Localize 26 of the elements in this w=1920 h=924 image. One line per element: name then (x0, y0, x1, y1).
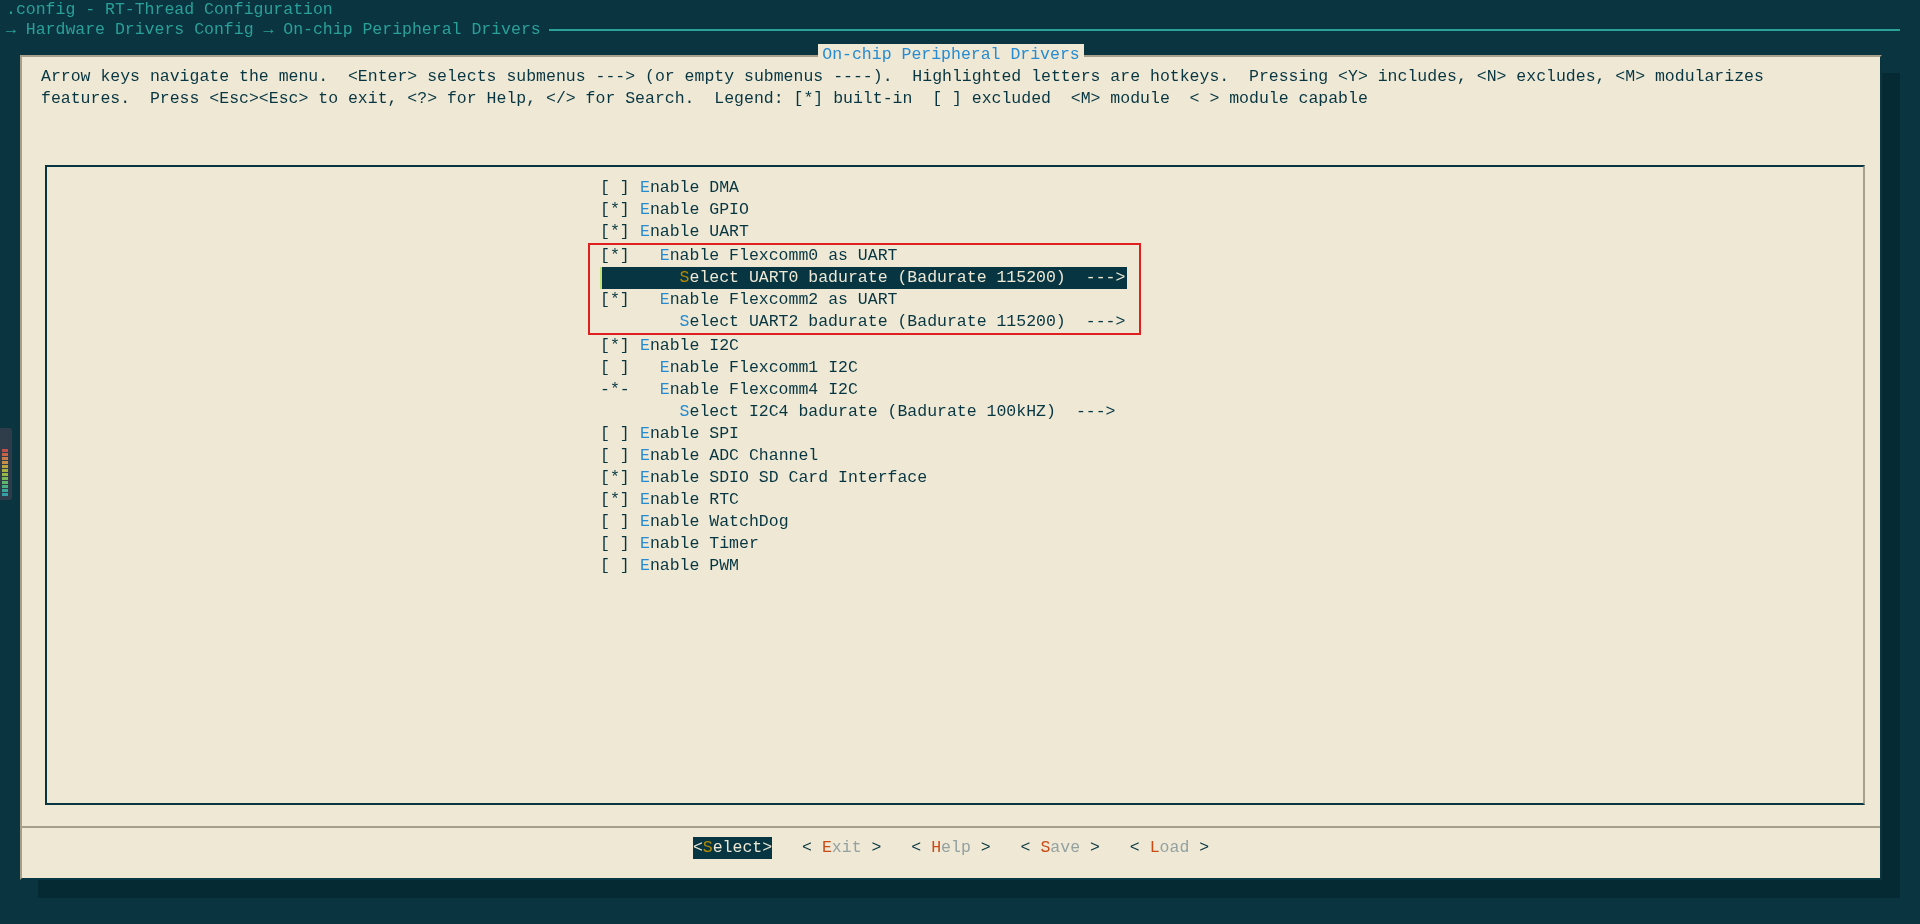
dialog-button[interactable]: < Save > (1020, 837, 1100, 859)
help-text: Arrow keys navigate the menu. <Enter> selects submenus ---> (or empty submenus ----). Highlighted letters are hotkeys. Pressing <Y> includes, <N> excludes, <M> modularizes (41, 66, 1764, 88)
menu-item[interactable]: [ ] Enable ADC Channel (600, 445, 819, 467)
menu-item[interactable]: Select UART0 badurate (Badurate 115200) ---> (600, 267, 1128, 289)
breadcrumb: → Hardware Drivers Config → On-chip Peripheral Drivers (6, 20, 541, 40)
menu-item[interactable]: [ ] Enable PWM (600, 555, 740, 577)
menu-item[interactable]: [*] Enable RTC (600, 489, 740, 511)
menu-item[interactable]: [ ] Enable Flexcomm1 I2C (600, 357, 858, 379)
menu-item[interactable]: [ ] Enable DMA (600, 177, 740, 199)
menu-item[interactable]: [*] Enable Flexcomm2 as UART (600, 289, 898, 311)
help-text: features. Press <Esc><Esc> to exit, <?> for Help, </> for Search. Legend: [*] built-in [ ] excluded <M> module < > module capable (41, 88, 1368, 110)
menu-item[interactable]: [*] Enable UART (600, 221, 749, 243)
menu-item[interactable]: [*] Enable SDIO SD Card Interface (600, 467, 928, 489)
menu-item[interactable]: [*] Enable GPIO (600, 199, 749, 221)
menu-item[interactable]: [ ] Enable Timer (600, 533, 759, 555)
menu-item[interactable]: [ ] Enable WatchDog (600, 511, 789, 533)
menu-item[interactable]: [ ] Enable SPI (600, 423, 740, 445)
level-meter-icon (0, 428, 12, 500)
dialog-button[interactable]: < Help > (911, 837, 991, 859)
dialog-button[interactable]: < Load > (1129, 837, 1210, 859)
menu-item[interactable]: -*- Enable Flexcomm4 I2C (600, 379, 858, 401)
dialog-button[interactable]: <Select> (692, 837, 773, 859)
dialog-button[interactable]: < Exit > (802, 837, 882, 859)
window-title: .config - RT-Thread Configuration (5, 0, 334, 20)
menu-item[interactable]: Select I2C4 badurate (Badurate 100kHZ) ---> (600, 401, 1118, 423)
menu-item[interactable]: [*] Enable I2C (600, 335, 740, 357)
